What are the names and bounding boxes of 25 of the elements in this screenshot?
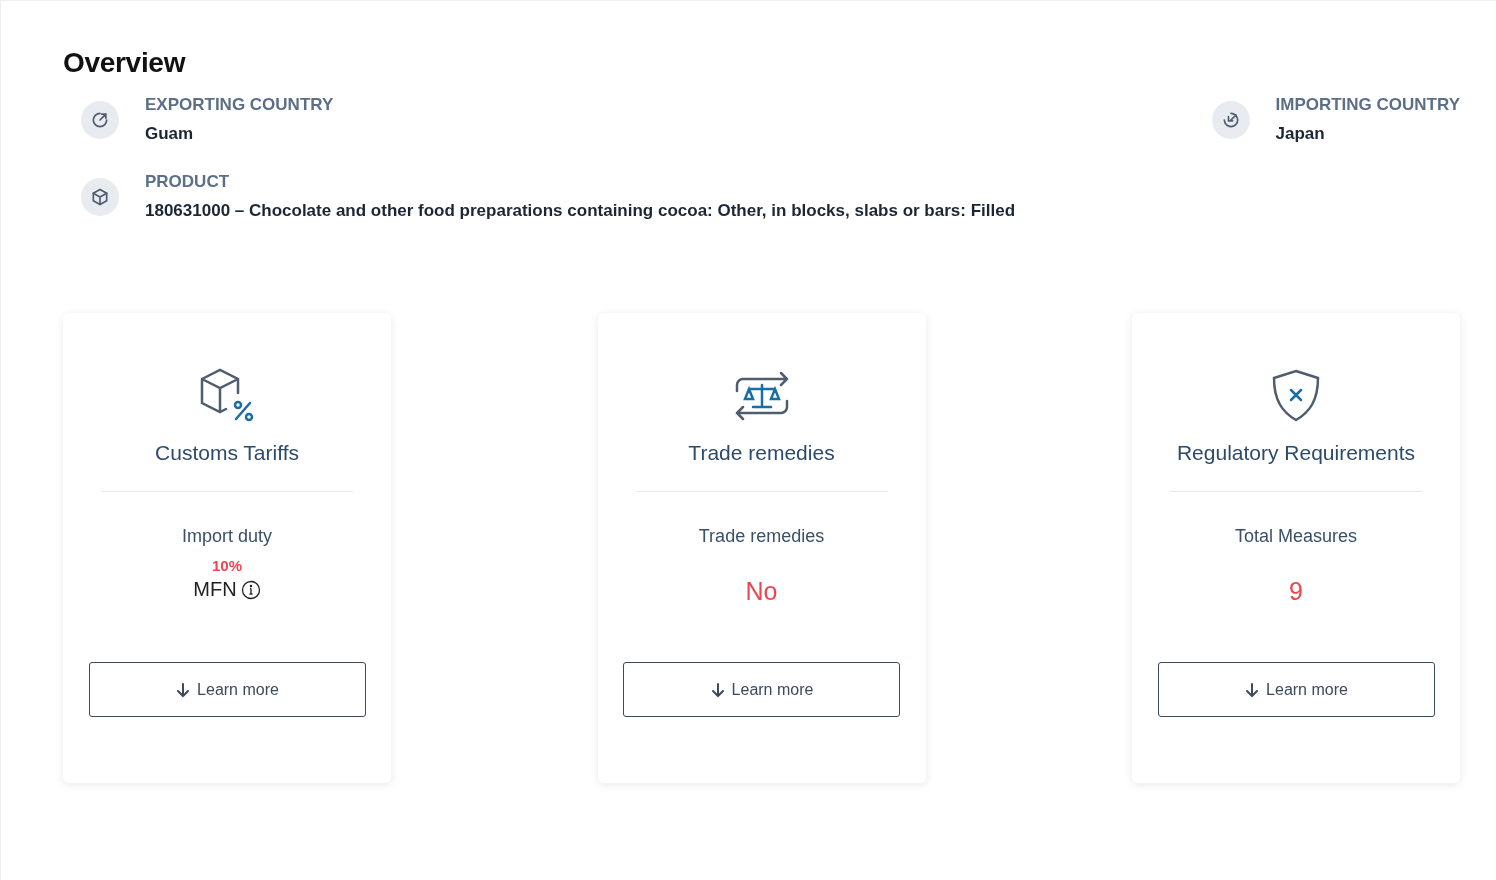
arrow-down-icon bbox=[1244, 681, 1261, 698]
info-value: 180631000 – Chocolate and other food preparations containing cocoa: Other, in blocks, slabs or bars: Filled bbox=[145, 201, 1016, 221]
learn-more-button[interactable]: Learn more bbox=[88, 662, 366, 717]
info-label: PRODUCT bbox=[145, 172, 231, 192]
info-label: EXPORTING COUNTRY bbox=[145, 95, 334, 115]
metric-value: 9 bbox=[1289, 577, 1303, 606]
info-icon[interactable] bbox=[240, 579, 261, 600]
box-icon bbox=[90, 186, 110, 207]
card-title: Regulatory Requirements bbox=[1176, 441, 1416, 465]
arrow-down-icon bbox=[175, 681, 192, 698]
metric-label: Trade remedies bbox=[698, 526, 825, 547]
card-title: Customs Tariffs bbox=[155, 441, 299, 465]
info-value: Japan bbox=[1275, 124, 1326, 144]
arrow-down-icon bbox=[709, 681, 726, 698]
metric-label: Total Measures bbox=[1234, 526, 1358, 547]
learn-more-button[interactable]: Learn more bbox=[623, 662, 900, 717]
metric-value: 10% bbox=[211, 557, 242, 574]
rate-type: MFN bbox=[193, 578, 237, 601]
info-label: IMPORTING COUNTRY bbox=[1275, 95, 1460, 115]
learn-more-button[interactable]: Learn more bbox=[1157, 662, 1435, 717]
metric-value: No bbox=[745, 577, 778, 606]
info-value: Guam bbox=[145, 124, 195, 144]
metric-label: Import duty bbox=[181, 526, 272, 547]
page-title: Overview bbox=[63, 47, 187, 79]
card-title: Trade remedies bbox=[688, 441, 835, 465]
